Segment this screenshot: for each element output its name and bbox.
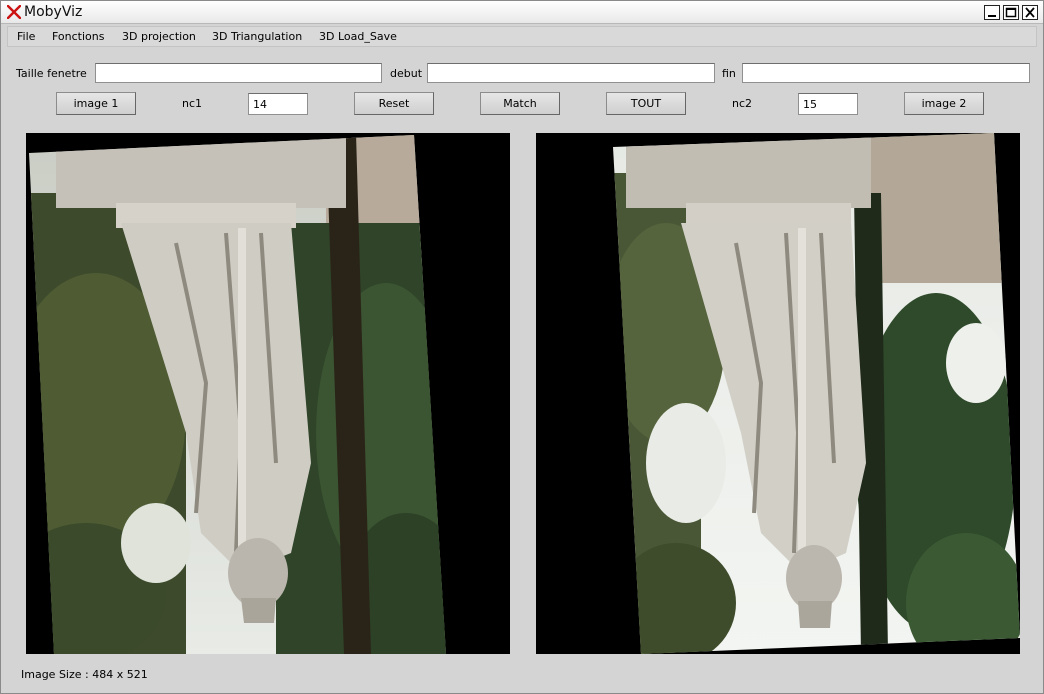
menu-bar: File Fonctions 3D projection 3D Triangul… <box>7 26 1037 47</box>
nc1-input[interactable] <box>248 93 308 115</box>
debut-input[interactable] <box>427 63 715 83</box>
image2-button[interactable]: image 2 <box>904 92 984 115</box>
statue-photo-left <box>29 135 446 654</box>
x-logo-icon <box>7 5 21 19</box>
image1-viewer[interactable] <box>26 133 510 654</box>
close-icon[interactable] <box>1022 5 1038 20</box>
app-window: MobyViz File Fonctions 3D projection 3D … <box>0 0 1044 694</box>
debut-label: debut <box>390 67 423 80</box>
maximize-icon[interactable] <box>1003 5 1019 20</box>
nc1-label: nc1 <box>182 97 203 110</box>
image2-viewer[interactable] <box>536 133 1020 654</box>
menu-3d-load-save[interactable]: 3D Load_Save <box>319 30 397 43</box>
menu-fonctions[interactable]: Fonctions <box>52 30 105 43</box>
menu-3d-projection[interactable]: 3D projection <box>122 30 196 43</box>
fin-input[interactable] <box>742 63 1030 83</box>
reset-button[interactable]: Reset <box>354 92 434 115</box>
statue-photo-right <box>613 133 1020 654</box>
menu-3d-triangulation[interactable]: 3D Triangulation <box>212 30 302 43</box>
image-size-status: Image Size : 484 x 521 <box>21 668 148 681</box>
nc2-label: nc2 <box>732 97 753 110</box>
window-title: MobyViz <box>24 4 83 20</box>
menu-file[interactable]: File <box>17 30 35 43</box>
title-bar[interactable]: MobyViz <box>1 1 1043 24</box>
minimize-icon[interactable] <box>984 5 1000 20</box>
taille-fenetre-label: Taille fenetre <box>16 67 87 80</box>
tout-button[interactable]: TOUT <box>606 92 686 115</box>
match-button[interactable]: Match <box>480 92 560 115</box>
image1-button[interactable]: image 1 <box>56 92 136 115</box>
taille-fenetre-input[interactable] <box>95 63 382 83</box>
nc2-input[interactable] <box>798 93 858 115</box>
fin-label: fin <box>722 67 736 80</box>
